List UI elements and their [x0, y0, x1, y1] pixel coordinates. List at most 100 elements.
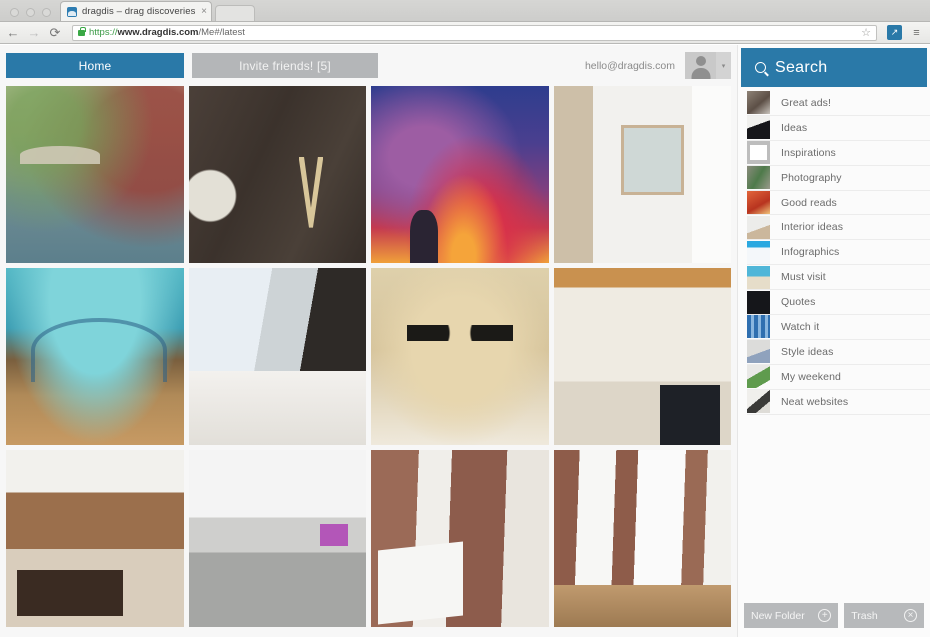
app-navbar: Home Invite friends! [5] hello@dragdis.c…: [0, 45, 737, 86]
underwater-aquarium-bedroom-image: [6, 268, 184, 445]
folders-sidebar: Search Great ads! Ideas Inspirations Photog…: [737, 45, 930, 637]
url-path: /Me#/latest: [198, 27, 245, 38]
grid-tile[interactable]: [188, 86, 366, 263]
folder-thumbnail: [747, 340, 770, 364]
search-icon: [755, 62, 766, 73]
buddha-statue-sunset-sky-image: [371, 86, 549, 263]
new-folder-label: New Folder: [751, 609, 805, 622]
trash-button[interactable]: Trash ×: [844, 603, 924, 628]
address-bar[interactable]: https :// www.dragdis.com /Me#/latest ☆: [72, 24, 877, 41]
folder-thumbnail: [747, 191, 770, 214]
url-scheme: https: [89, 27, 110, 38]
folder-thumbnail: [747, 166, 770, 190]
folder-item[interactable]: Ideas: [747, 116, 930, 141]
white-wood-wall-interior-image: [553, 86, 731, 263]
grid-tile[interactable]: [6, 450, 184, 627]
folder-thumbnail: [747, 265, 770, 289]
folder-item[interactable]: Great ads!: [747, 91, 930, 116]
browser-tab-active[interactable]: dragdis – drag discoveries ×: [60, 1, 212, 21]
folder-thumbnail: [747, 141, 770, 165]
bookmark-star-icon[interactable]: ☆: [861, 26, 871, 39]
maximize-window-button[interactable]: [42, 8, 51, 17]
folder-item[interactable]: My weekend: [747, 365, 930, 390]
new-folder-button[interactable]: New Folder +: [744, 603, 839, 628]
minimize-window-button[interactable]: [26, 8, 35, 17]
folder-label: Style ideas: [781, 345, 834, 358]
folder-item[interactable]: Good reads: [747, 191, 930, 216]
folder-label: Interior ideas: [781, 221, 844, 234]
grid-tile[interactable]: [188, 450, 366, 627]
folder-thumbnail: [747, 365, 770, 389]
folder-thumbnail: [747, 215, 770, 239]
grid-tile[interactable]: [553, 450, 731, 627]
folder-label: Photography: [781, 171, 842, 184]
folder-item[interactable]: Inspirations: [747, 141, 930, 166]
dragdis-app: Home Invite friends! [5] hello@dragdis.c…: [0, 45, 930, 637]
search-input[interactable]: Search: [741, 48, 927, 87]
folder-thumbnail: [747, 390, 770, 414]
plus-icon: +: [818, 609, 832, 622]
folder-item[interactable]: Must visit: [747, 265, 930, 291]
chevron-down-icon[interactable]: ▾: [716, 52, 731, 79]
modern-open-office-imacs-image: [188, 450, 366, 627]
grid-tile[interactable]: [188, 268, 366, 445]
grid-tile[interactable]: [553, 268, 731, 445]
folder-label: My weekend: [781, 370, 841, 383]
hamburger-menu-icon[interactable]: ≡: [909, 25, 924, 40]
back-icon[interactable]: ←: [6, 26, 20, 39]
user-email: hello@dragdis.com: [584, 59, 675, 72]
folder-label: Watch it: [781, 320, 820, 333]
new-tab-button[interactable]: [215, 5, 255, 21]
live-food-lettering-wood-image: [188, 86, 366, 263]
folder-list: Great ads! Ideas Inspirations Photography Go…: [738, 91, 930, 597]
grid-tile[interactable]: [6, 268, 184, 445]
attic-loft-bedroom-chandelier-image: [188, 268, 366, 445]
folder-label: Inspirations: [781, 146, 836, 159]
discoveries-grid: [0, 86, 737, 637]
grid-tile[interactable]: [553, 86, 731, 263]
close-circle-icon: ×: [904, 609, 917, 622]
folder-item[interactable]: Infographics: [747, 240, 930, 266]
window-controls[interactable]: [0, 8, 60, 21]
folder-item[interactable]: Watch it: [747, 315, 930, 340]
folder-label: Must visit: [781, 271, 826, 284]
browser-tabstrip: dragdis – drag discoveries ×: [0, 0, 930, 22]
close-icon[interactable]: ×: [197, 6, 207, 17]
url-separator: ://: [109, 27, 118, 38]
leopard-face-closeup-image: [371, 268, 549, 445]
folder-thumbnail: [747, 315, 770, 339]
grid-tile[interactable]: [6, 86, 184, 263]
folder-label: Ideas: [781, 121, 808, 134]
folder-thumbnail: [747, 240, 770, 264]
lock-icon: [78, 26, 86, 36]
avatar[interactable]: [685, 52, 716, 79]
extension-icon[interactable]: ↗: [887, 25, 902, 40]
grid-tile[interactable]: [371, 86, 549, 263]
classic-living-room-shelves-image: [6, 450, 184, 627]
tab-invite-friends[interactable]: Invite friends! [5]: [192, 53, 378, 78]
brick-wall-kitchen-island-image: [371, 450, 549, 627]
browser-toolbar: ← → ⟳ https :// www.dragdis.com /Me#/lat…: [0, 22, 930, 44]
folder-item[interactable]: Photography: [747, 166, 930, 191]
grid-tile[interactable]: [371, 450, 549, 627]
folder-item[interactable]: Neat websites: [747, 390, 930, 415]
folder-label: Neat websites: [781, 395, 849, 408]
folder-label: Great ads!: [781, 96, 832, 109]
reload-icon[interactable]: ⟳: [48, 26, 62, 39]
folder-item[interactable]: Style ideas: [747, 340, 930, 365]
sidebar-actions: New Folder + Trash ×: [738, 600, 930, 637]
folder-item[interactable]: Quotes: [747, 290, 930, 316]
open-plan-loft-staircase-image: [553, 268, 731, 445]
search-label: Search: [775, 58, 828, 76]
browser-window: dragdis – drag discoveries × ← → ⟳ https…: [0, 0, 930, 637]
trash-label: Trash: [851, 609, 878, 622]
grid-tile[interactable]: [371, 268, 549, 445]
brick-wall-white-doors-image: [553, 450, 731, 627]
folder-item[interactable]: Interior ideas: [747, 215, 930, 241]
tab-home[interactable]: Home: [6, 53, 184, 78]
forward-icon[interactable]: →: [27, 26, 41, 39]
close-window-button[interactable]: [10, 8, 19, 17]
url-host: www.dragdis.com: [117, 27, 199, 38]
folder-label: Quotes: [781, 296, 816, 309]
folder-thumbnail: [747, 116, 770, 140]
